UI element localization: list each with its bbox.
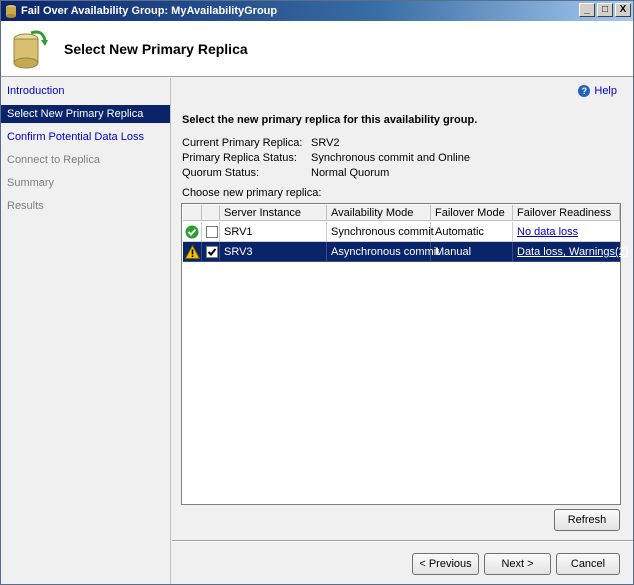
nav-item-summary: Summary — [7, 177, 55, 189]
column-header-failover-readiness[interactable]: Failover Readiness — [513, 205, 620, 221]
status-cell — [183, 222, 202, 242]
close-button[interactable]: X — [615, 3, 631, 17]
page-title: Select New Primary Replica — [64, 41, 248, 57]
server-instance-cell: SRV1 — [220, 222, 327, 242]
current-primary-replica-value: SRV2 — [311, 137, 340, 149]
select-cell[interactable] — [202, 222, 220, 242]
failover-mode-cell: Automatic — [431, 222, 513, 242]
previous-button[interactable]: < Previous — [412, 553, 479, 575]
help-link[interactable]: ? Help — [578, 85, 617, 97]
app-icon — [6, 5, 16, 18]
primary-replica-status-value: Synchronous commit and Online — [311, 152, 470, 164]
minimize-button[interactable]: _ — [579, 3, 595, 17]
readiness-link-srv3[interactable]: Data loss, Warnings(2) — [517, 246, 628, 258]
column-header-availability-mode[interactable]: Availability Mode — [327, 205, 431, 221]
replica-grid[interactable]: Server Instance Availability Mode Failov… — [181, 203, 628, 505]
wizard-nav: Introduction Select New Primary Replica … — [1, 78, 171, 584]
instruction-text: Select the new primary replica for this … — [182, 114, 478, 126]
warning-icon — [185, 245, 200, 259]
help-icon: ? — [578, 85, 591, 97]
column-header-select — [202, 205, 220, 221]
primary-replica-status-label: Primary Replica Status: — [182, 152, 297, 164]
server-instance-cell: SRV3 — [220, 242, 327, 262]
window-title: Fail Over Availability Group: MyAvailabi… — [21, 5, 278, 17]
availability-mode-cell: Asynchronous commit — [327, 242, 439, 262]
failover-readiness-cell: No data loss — [513, 222, 620, 242]
replica-checkbox-srv3[interactable] — [206, 246, 218, 258]
nav-item-select-new-primary-replica[interactable]: Select New Primary Replica — [1, 105, 170, 123]
current-primary-replica-label: Current Primary Replica: — [182, 137, 303, 149]
quorum-status-label: Quorum Status: — [182, 167, 260, 179]
success-check-icon — [185, 225, 199, 239]
table-row-srv3[interactable]: SRV3 Asynchronous commit Manual Data los… — [183, 242, 628, 262]
column-header-failover-mode[interactable]: Failover Mode — [431, 205, 513, 221]
cancel-button[interactable]: Cancel — [556, 553, 620, 575]
choose-replica-label: Choose new primary replica: — [182, 187, 322, 199]
checkmark-icon — [207, 248, 217, 256]
maximize-button[interactable]: □ — [597, 3, 613, 17]
footer-divider — [172, 540, 633, 542]
refresh-button[interactable]: Refresh — [554, 509, 620, 531]
column-header-status — [183, 205, 202, 221]
failover-readiness-cell: Data loss, Warnings(2) — [513, 242, 628, 262]
nav-item-results: Results — [7, 200, 44, 212]
wizard-window: Fail Over Availability Group: MyAvailabi… — [0, 0, 634, 585]
wizard-header: Select New Primary Replica — [1, 21, 633, 77]
nav-item-connect-to-replica: Connect to Replica — [7, 154, 100, 166]
database-failover-icon — [13, 30, 48, 69]
column-header-server-instance[interactable]: Server Instance — [220, 205, 327, 221]
availability-mode-cell: Synchronous commit — [327, 222, 434, 242]
failover-mode-cell: Manual — [431, 242, 513, 262]
readiness-link-srv1[interactable]: No data loss — [517, 226, 578, 238]
nav-item-confirm-potential-data-loss[interactable]: Confirm Potential Data Loss — [1, 128, 170, 146]
status-cell — [183, 242, 202, 262]
replica-checkbox-srv1[interactable] — [206, 226, 218, 238]
quorum-status-value: Normal Quorum — [311, 167, 390, 179]
select-cell[interactable] — [202, 242, 220, 262]
title-bar[interactable]: Fail Over Availability Group: MyAvailabi… — [1, 1, 633, 21]
nav-item-introduction[interactable]: Introduction — [1, 82, 170, 100]
next-button[interactable]: Next > — [484, 553, 551, 575]
table-row-srv1[interactable]: SRV1 Synchronous commit Automatic No dat… — [183, 222, 620, 242]
help-label: Help — [594, 85, 617, 97]
main-panel: ? Help Select the new primary replica for… — [172, 78, 633, 584]
